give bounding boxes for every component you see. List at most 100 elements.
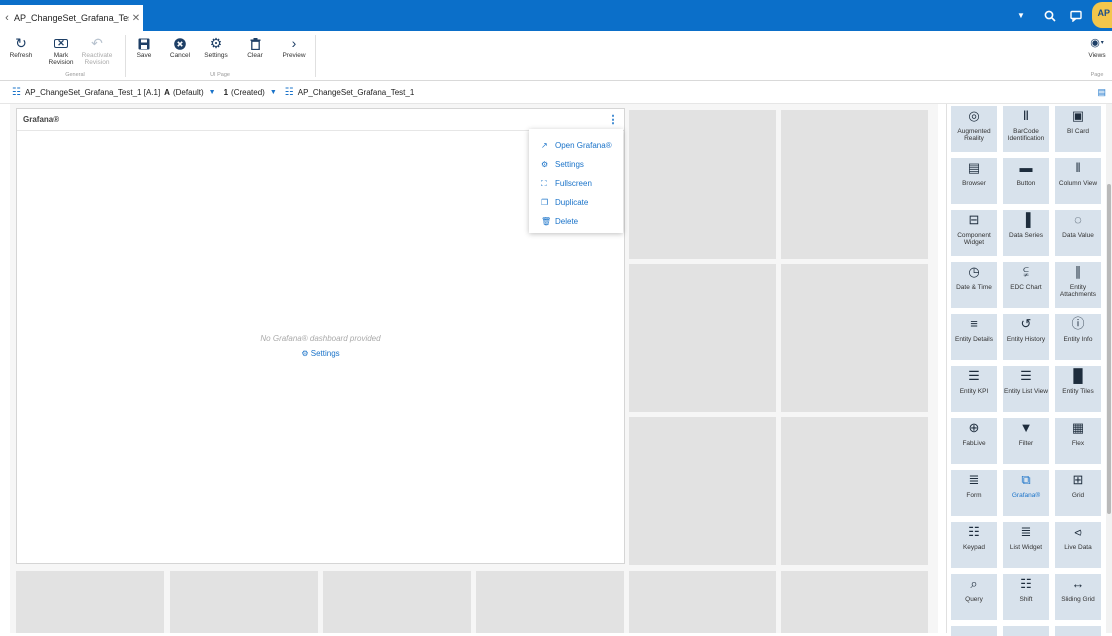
grid-cell[interactable] (781, 417, 928, 565)
palette-tile-button[interactable]: ▬ Button (1003, 158, 1049, 204)
palette-tile-form[interactable]: ≣ Form (951, 470, 997, 516)
palette-tile-grid[interactable]: ⊞ Grid (1055, 470, 1101, 516)
close-tab-icon[interactable]: ✕ (129, 13, 143, 24)
palette-tile-label: Shift (1019, 596, 1033, 603)
palette-tile-query[interactable]: ⌕ Query (951, 574, 997, 620)
page-tab[interactable]: ‹ AP_ChangeSet_Grafana_Test ✕ (0, 5, 143, 31)
palette-tile-keypad[interactable]: ☷ Keypad (951, 522, 997, 568)
grid-cell[interactable] (781, 264, 928, 412)
views-label: Views (1088, 52, 1106, 59)
grid-cell[interactable] (629, 571, 776, 633)
preview-label: Preview (282, 52, 306, 59)
palette-tile-entity-kpi[interactable]: ☰ Entity KPI (951, 366, 997, 412)
palette-tile-data-value[interactable]: ◌ Data Value (1055, 210, 1101, 256)
version-dropdown-icon[interactable]: ▼ (209, 89, 216, 96)
palette-tile-augmented-reality[interactable]: ◎ Augmented Reality (951, 106, 997, 152)
gear-icon: ⚙ (209, 35, 223, 51)
menu-item-duplicate[interactable]: ❐ Duplicate (529, 193, 623, 212)
palette-tile-list-widget[interactable]: ≣ List Widget (1003, 522, 1049, 568)
fullscreen-icon: ⛶ (541, 178, 547, 188)
mark-revision-button[interactable]: ✕ Mark Revision (44, 35, 78, 67)
palette-tile-label: Entity History (1006, 336, 1046, 343)
palette-tile-entity-tiles[interactable]: █ Entity Tiles (1055, 366, 1101, 412)
palette-tile-entity-info[interactable]: ⓘ Entity Info (1055, 314, 1101, 360)
undo-icon: ↶ (91, 35, 103, 51)
palette-tile-barcode-identification[interactable]: Ⅱ BarCode Identification (1003, 106, 1049, 152)
palette-tile-browser[interactable]: ▤ Browser (951, 158, 997, 204)
palette-tile-label: Component Widget (957, 232, 991, 246)
grid-cell[interactable] (781, 110, 928, 259)
browser-icon: ▤ (967, 160, 981, 175)
chart-icon: ⫋ (1023, 264, 1029, 279)
menu-item-open-grafana[interactable]: ↗ Open Grafana® (529, 136, 623, 155)
palette-tile-entity-list-view[interactable]: ☰ Entity List View (1003, 366, 1049, 412)
search-icon[interactable] (1044, 0, 1056, 31)
palette-tile-entity-attachments[interactable]: ∥ Entity Attachments (1055, 262, 1101, 308)
palette-tile-bi-card[interactable]: ▣ BI Card (1055, 106, 1101, 152)
palette-tile-column-view[interactable]: ‖ Column View (1055, 158, 1101, 204)
menu-item-label: Settings (555, 160, 584, 169)
palette-tile-filter[interactable]: ▼ Filter (1003, 418, 1049, 464)
notifications-icon[interactable] (1070, 0, 1082, 31)
refresh-button[interactable]: ↻ Refresh (6, 35, 36, 59)
grafana-icon: ⧉ (1021, 472, 1031, 487)
trash-icon (243, 35, 267, 52)
palette-tile-label: Entity Tiles (1062, 388, 1094, 395)
palette-scrollbar-thumb[interactable] (1107, 184, 1111, 514)
views-button[interactable]: ◉ ▾ Views (1084, 35, 1110, 60)
palette-tile-entity-details[interactable]: ≡ Entity Details (951, 314, 997, 360)
palette-tile-label: Grid (1071, 492, 1085, 499)
palette-tile-date-time[interactable]: ◷ Date & Time (951, 262, 997, 308)
data-value-icon: ◌ (1074, 212, 1082, 227)
palette-tile-label: Keypad (962, 544, 986, 551)
save-button[interactable]: Save (132, 35, 156, 59)
palette-tile-grafana[interactable]: ⧉ Grafana® (1003, 470, 1049, 516)
menu-item-fullscreen[interactable]: ⛶ Fullscreen (529, 174, 623, 193)
palette-tile-edc-chart[interactable]: ⫋ EDC Chart (1003, 262, 1049, 308)
grid-cell[interactable] (629, 264, 776, 412)
clear-button[interactable]: Clear (243, 35, 267, 59)
grid-cell[interactable] (170, 571, 318, 633)
preview-button[interactable]: › Preview (280, 35, 308, 59)
palette-tile-partial[interactable] (1003, 626, 1049, 636)
menu-item-settings[interactable]: ⚙ Settings (529, 155, 623, 174)
grid-cell[interactable] (476, 571, 624, 633)
widget-settings-link[interactable]: ⚙ Settings (17, 349, 624, 358)
user-avatar[interactable]: AP (1092, 2, 1112, 28)
settings-label: Settings (204, 52, 228, 59)
palette-tile-component-widget[interactable]: ⊟ Component Widget (951, 210, 997, 256)
palette-tile-flex[interactable]: ▦ Flex (1055, 418, 1101, 464)
dropdown-caret-icon[interactable]: ▼ (1017, 0, 1025, 31)
palette-tile-fablive[interactable]: ⊕ FabLive (951, 418, 997, 464)
palette-tile-partial[interactable] (1055, 626, 1101, 636)
back-icon[interactable]: ‹ (0, 12, 14, 24)
revision-state: (Created) (231, 88, 265, 97)
reactivate-revision-label: Reactivate Revision (81, 52, 113, 66)
breadcrumb: ☷ AP_ChangeSet_Grafana_Test_1 [A.1] A (D… (0, 82, 1112, 104)
settings-button[interactable]: ⚙ Settings (202, 35, 230, 59)
grid-cell[interactable] (629, 417, 776, 565)
grid-cell[interactable] (629, 110, 776, 259)
palette-tile-entity-history[interactable]: ↺ Entity History (1003, 314, 1049, 360)
palette-tile-live-data[interactable]: ⪦ Live Data (1055, 522, 1101, 568)
palette-tile-sliding-grid[interactable]: ↔ Sliding Grid (1055, 574, 1101, 620)
grid-cell[interactable] (16, 571, 164, 633)
reactivate-revision-button[interactable]: ↶ Reactivate Revision (80, 35, 114, 66)
grid-cell[interactable] (781, 571, 928, 633)
palette-tile-label: Column View (1058, 180, 1098, 187)
refresh-icon: ↻ (15, 35, 27, 51)
palette-tile-shift[interactable]: ☷ Shift (1003, 574, 1049, 620)
widget-title: Grafana® (17, 109, 624, 131)
save-icon (132, 35, 156, 52)
panel-toggle-icon[interactable]: ▤ (1097, 87, 1106, 98)
breadcrumb-entity[interactable]: AP_ChangeSet_Grafana_Test_1 [A.1] (25, 88, 160, 97)
menu-item-delete[interactable]: 🗑 Delete (529, 212, 623, 231)
grid-cell[interactable] (323, 571, 471, 633)
breadcrumb-changeset[interactable]: AP_ChangeSet_Grafana_Test_1 (298, 88, 415, 97)
cancel-button[interactable]: Cancel (167, 35, 193, 59)
kebab-menu-icon[interactable]: ⋮ (607, 113, 619, 127)
bi-card-icon: ▣ (1071, 108, 1085, 123)
palette-tile-data-series[interactable]: ▐ Data Series (1003, 210, 1049, 256)
revision-dropdown-icon[interactable]: ▼ (270, 89, 277, 96)
palette-tile-partial[interactable] (951, 626, 997, 636)
